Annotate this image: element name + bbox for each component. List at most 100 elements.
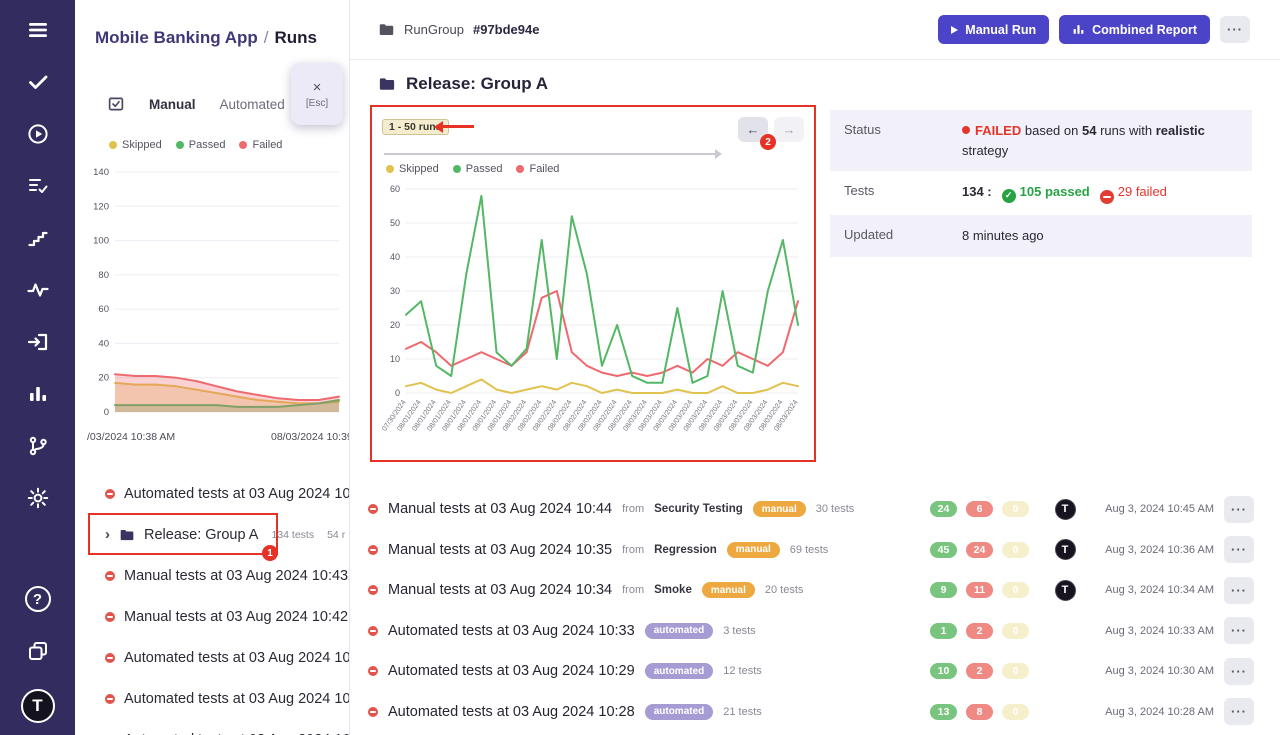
run-row[interactable]: Manual tests at 03 Aug 2024 10:34fromSmo… <box>368 570 1254 611</box>
minichart-x-start: /03/2024 10:38 AM <box>87 431 175 443</box>
prev-page-button[interactable]: ← <box>738 117 768 142</box>
close-panel-button[interactable]: × [Esc] <box>291 63 343 125</box>
report-chart-icon <box>1072 23 1085 36</box>
passed-count-badge: 13 <box>930 704 957 720</box>
skipped-count-badge: 0 <box>1002 542 1029 558</box>
settings-gear-icon[interactable] <box>24 484 52 512</box>
app-logo[interactable]: T <box>21 689 55 723</box>
tab-automated[interactable]: Automated <box>220 97 285 112</box>
run-list-item[interactable]: Manual tests at 03 Aug 2024 10:42 <box>75 596 350 637</box>
topbar-actions: Manual Run Combined Report ··· <box>938 15 1250 44</box>
failed-legend-label: Failed <box>529 163 559 175</box>
runs-history-card: 1 - 50 runs ← → Skipped Passed Failed 01… <box>370 105 816 462</box>
failed-status-icon <box>105 694 115 704</box>
run-tests-count: 3 tests <box>723 625 755 637</box>
status-badge: FAILED <box>975 123 1021 138</box>
tab-manual[interactable]: Manual <box>149 97 196 112</box>
activity-pulse-icon[interactable] <box>24 276 52 304</box>
run-type-badge: automated <box>645 663 714 679</box>
failed-status-icon <box>368 666 378 676</box>
skipped-legend-label: Skipped <box>122 139 162 151</box>
run-title: Manual tests at 03 Aug 2024 10:43 <box>124 568 348 584</box>
breadcrumb-project[interactable]: Mobile Banking App <box>95 28 258 47</box>
combined-report-label: Combined Report <box>1092 23 1197 37</box>
menu-icon[interactable] <box>24 16 52 44</box>
avatar-slot: T <box>1052 580 1078 601</box>
run-tests-count: 12 tests <box>723 665 762 677</box>
runs-play-icon[interactable] <box>24 120 52 148</box>
passed-legend-dot <box>453 165 461 173</box>
git-branch-icon[interactable] <box>24 432 52 460</box>
result-counts: 9110 <box>930 582 1042 598</box>
breadcrumb-page: Runs <box>275 28 318 47</box>
passed-count-badge: 45 <box>930 542 957 558</box>
run-more-button[interactable]: ··· <box>1224 536 1254 563</box>
rungroup-id: #97bde94e <box>473 22 540 37</box>
steps-icon[interactable] <box>24 224 52 252</box>
run-more-button[interactable]: ··· <box>1224 658 1254 685</box>
reports-bar-chart-icon[interactable] <box>24 380 52 408</box>
svg-text:10: 10 <box>390 354 400 364</box>
status-row: Status FAILED based on 54 runs with real… <box>830 110 1252 171</box>
runs-trend-minichart: 020406080100120140 <box>81 160 343 420</box>
skipped-legend-label: Skipped <box>399 163 439 175</box>
run-group-item[interactable]: ›Release: Group A134 tests54 r <box>75 514 350 555</box>
runs-history-chart: 010203040506007/30/202408/01/202408/01/2… <box>376 179 812 457</box>
failed-count-badge: 24 <box>966 542 993 558</box>
run-type-badge: automated <box>645 623 714 639</box>
run-more-button[interactable]: ··· <box>1224 577 1254 604</box>
user-avatar: T <box>1055 539 1076 560</box>
sign-in-icon[interactable] <box>24 328 52 356</box>
run-more-button[interactable]: ··· <box>1224 698 1254 725</box>
run-row[interactable]: Automated tests at 03 Aug 2024 10:33auto… <box>368 611 1254 652</box>
passed-legend-dot <box>176 141 184 149</box>
runs-tabs: Manual Automated <box>107 95 285 113</box>
updated-value: 8 minutes ago <box>962 226 1238 246</box>
manual-run-button[interactable]: Manual Run <box>938 15 1049 44</box>
run-more-button[interactable]: ··· <box>1224 496 1254 523</box>
runs-range-label: 1 - 50 runs <box>382 119 449 135</box>
tests-failed: 29 failed <box>1118 184 1167 199</box>
run-list-item[interactable]: Automated tests at 03 Aug 2024 10 <box>75 473 350 514</box>
run-title: Automated tests at 03 Aug 2024 10 <box>124 732 350 735</box>
run-list-item[interactable]: Automated tests at 03 Aug 2024 10 <box>75 637 350 678</box>
app-root: ? T Mobile Banking App / Runs Manual Autom… <box>0 0 1280 735</box>
run-list-item[interactable]: Automated tests at 03 Aug 2024 10 <box>75 678 350 719</box>
result-counts: 2460 <box>930 501 1042 517</box>
manual-run-label: Manual Run <box>965 23 1036 37</box>
next-page-button[interactable]: → <box>774 117 804 142</box>
result-counts: 1020 <box>930 663 1042 679</box>
failed-legend-dot <box>239 141 247 149</box>
breadcrumb-separator: / <box>264 28 269 47</box>
tests-check-icon[interactable] <box>24 68 52 96</box>
run-title: Manual tests at 03 Aug 2024 10:44 <box>388 501 612 517</box>
run-type-badge: manual <box>702 582 755 598</box>
run-row[interactable]: Automated tests at 03 Aug 2024 10:29auto… <box>368 651 1254 692</box>
run-row[interactable]: Automated tests at 03 Aug 2024 10:28auto… <box>368 692 1254 733</box>
status-runs-count: 54 <box>1082 123 1096 138</box>
runs-filter-icon[interactable] <box>107 95 125 113</box>
failed-status-icon <box>105 612 115 622</box>
run-row[interactable]: Manual tests at 03 Aug 2024 10:44fromSec… <box>368 489 1254 530</box>
svg-text:0: 0 <box>104 407 109 418</box>
tests-label: Tests <box>844 182 962 204</box>
run-row[interactable]: Manual tests at 03 Aug 2024 10:35fromReg… <box>368 530 1254 571</box>
projects-folders-icon[interactable] <box>24 637 52 665</box>
topbar-more-button[interactable]: ··· <box>1220 16 1250 43</box>
combined-report-button[interactable]: Combined Report <box>1059 15 1210 44</box>
run-list-item[interactable]: Automated tests at 03 Aug 2024 10 <box>75 719 350 735</box>
test-plans-icon[interactable] <box>24 172 52 200</box>
svg-text:40: 40 <box>390 252 400 262</box>
rungroup-label: RunGroup <box>404 22 464 37</box>
run-more-button[interactable]: ··· <box>1224 617 1254 644</box>
help-icon[interactable]: ? <box>24 585 52 613</box>
run-group-tests: 134 tests <box>271 529 314 541</box>
group-folder-icon <box>378 75 396 93</box>
tests-total: 134 : <box>962 184 992 199</box>
run-date: Aug 3, 2024 10:33 AM <box>1088 625 1214 637</box>
runs-panel: Mobile Banking App / Runs Manual Automated… <box>75 0 350 735</box>
chevron-right-icon[interactable]: › <box>105 527 110 542</box>
run-title: Manual tests at 03 Aug 2024 10:35 <box>388 542 612 558</box>
run-list-item[interactable]: Manual tests at 03 Aug 2024 10:43 <box>75 555 350 596</box>
run-date: Aug 3, 2024 10:34 AM <box>1088 584 1214 596</box>
